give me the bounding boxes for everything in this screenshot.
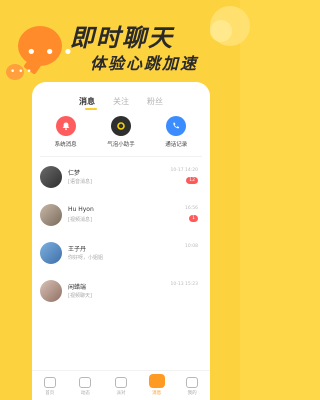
unread-badge: 1	[189, 215, 198, 222]
message-time: 10-13 15:23	[170, 282, 198, 287]
phone-icon	[166, 116, 187, 136]
nav-profile[interactable]: 我的	[179, 377, 205, 396]
message-preview: [视频消息]	[68, 217, 92, 223]
nav-party-label: 派对	[116, 391, 126, 396]
message-preview: [视频聊天]	[68, 293, 92, 299]
avatar	[40, 280, 62, 302]
tab-fans[interactable]: 粉丝	[147, 96, 163, 107]
system-messages-button[interactable]: 系统消息	[41, 116, 91, 148]
promo-headline: 即时聊天	[70, 24, 174, 52]
bubble-helper-label: 气泡小助手	[107, 142, 135, 148]
contact-name: 王子丹	[68, 246, 87, 253]
promo-subheadline: 体验心跳加速	[90, 54, 199, 73]
nav-messages-label: 消息	[152, 391, 162, 396]
list-item[interactable]: 王子丹 你好呀，小姐姐 10:08	[40, 238, 202, 276]
avatar	[40, 166, 62, 188]
nav-party[interactable]: 派对	[108, 377, 134, 396]
bubble-helper-icon	[110, 116, 131, 136]
bubble-helper-button[interactable]: 气泡小助手	[96, 116, 146, 148]
decorative-circle-small	[210, 20, 232, 42]
nav-home-label: 首页	[45, 391, 55, 396]
contact-name: 闲蜡端	[68, 284, 87, 291]
nav-moments[interactable]: 动态	[72, 377, 98, 396]
avatar	[40, 242, 62, 264]
moments-icon	[79, 377, 92, 388]
home-icon	[43, 377, 56, 388]
message-time: 16:56	[185, 206, 198, 211]
contact-name: 仁梦	[68, 170, 81, 177]
message-time: 10:08	[185, 244, 198, 249]
nav-profile-label: 我的	[187, 391, 197, 396]
nav-messages[interactable]: 消息	[144, 374, 170, 396]
small-chat-bubble-dots: • • •	[10, 67, 32, 77]
unread-badge: 12	[186, 177, 198, 184]
party-icon	[114, 377, 127, 388]
list-item[interactable]: 仁梦 [语音消息] 10-17 14:20 12	[40, 162, 202, 200]
message-tabs: 消息 关注 粉丝	[32, 96, 210, 107]
avatar	[40, 204, 62, 226]
bell-icon	[55, 116, 76, 136]
list-item[interactable]: Hu Hyon [视频消息] 16:56 1	[40, 200, 202, 238]
message-time: 10-17 14:20	[170, 168, 198, 173]
bottom-navigation: 首页 动态 派对 消息 我的	[32, 370, 210, 400]
call-history-label: 通话记录	[165, 142, 188, 148]
list-item[interactable]: 闲蜡端 [视频聊天] 10-13 15:23	[40, 276, 202, 314]
app-preview-panel: 消息 关注 粉丝 系统消息 气泡小助手 通话记录 仁梦 [语音消息] 10-17…	[32, 82, 210, 400]
nav-moments-label: 动态	[80, 391, 90, 396]
contact-name: Hu Hyon	[68, 206, 94, 213]
active-tab-indicator	[85, 108, 97, 110]
profile-icon	[186, 377, 199, 388]
message-preview: [语音消息]	[68, 179, 92, 185]
divider	[40, 156, 202, 157]
nav-home[interactable]: 首页	[37, 377, 63, 396]
call-history-button[interactable]: 通话记录	[151, 116, 201, 148]
quick-actions: 系统消息 气泡小助手 通话记录	[32, 116, 210, 148]
tab-following[interactable]: 关注	[113, 96, 129, 107]
message-preview: 你好呀，小姐姐	[68, 255, 104, 261]
system-messages-label: 系统消息	[54, 142, 77, 148]
message-icon	[148, 374, 165, 388]
chat-bubble-dots: • • •	[26, 42, 75, 63]
tab-messages[interactable]: 消息	[79, 96, 95, 107]
conversation-list: 仁梦 [语音消息] 10-17 14:20 12 Hu Hyon [视频消息] …	[32, 162, 210, 314]
